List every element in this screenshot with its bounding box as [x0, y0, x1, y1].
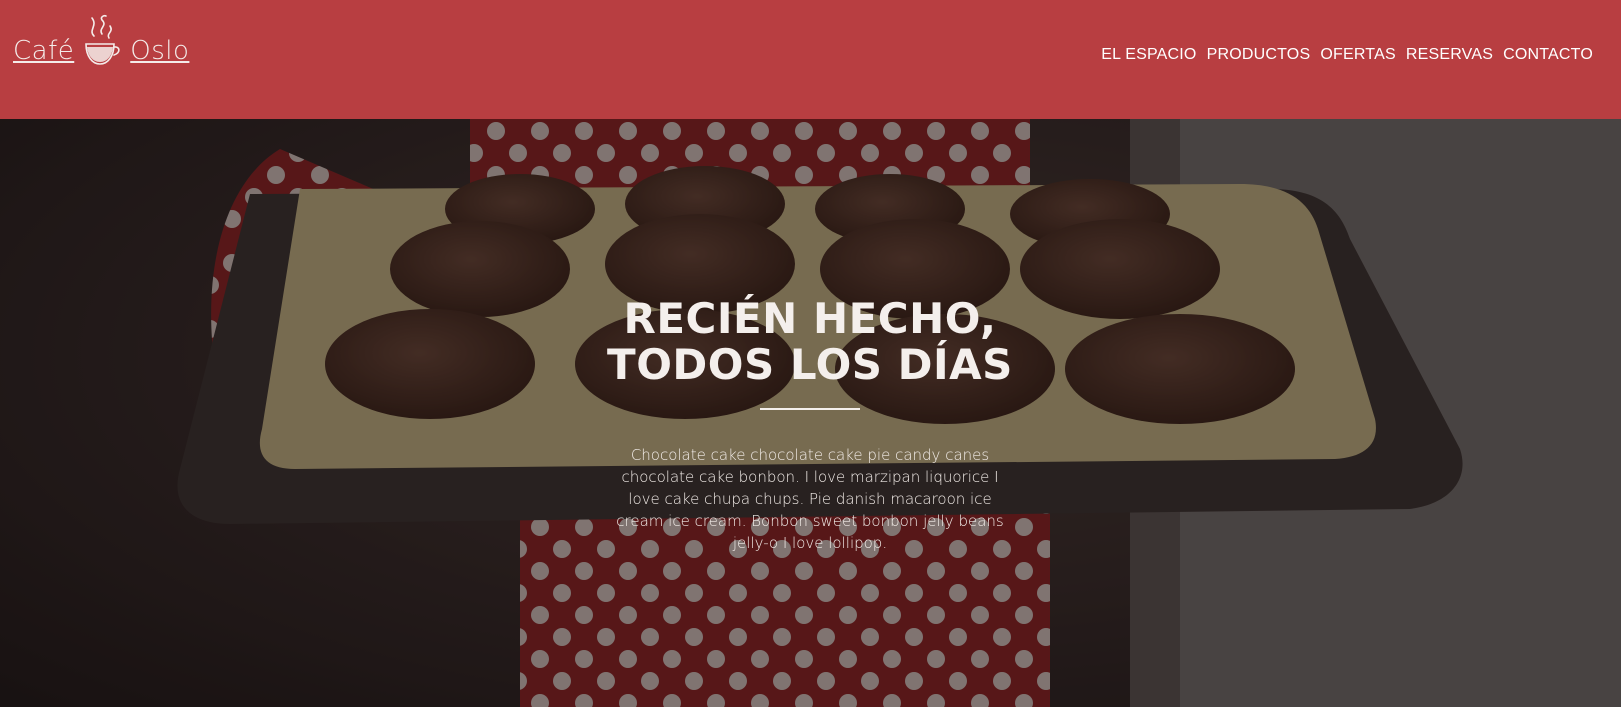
hero-divider	[760, 408, 860, 410]
hero-title-line-2: TODOS LOS DÍAS	[607, 340, 1013, 389]
site-header: Café Oslo EL ESPACIO PRODUCTOS OFERTAS R…	[0, 0, 1621, 119]
main-nav: EL ESPACIO PRODUCTOS OFERTAS RESERVAS CO…	[1101, 46, 1593, 64]
logo-text-cafe: Café	[13, 36, 75, 66]
nav-ofertas[interactable]: OFERTAS	[1320, 46, 1396, 64]
nav-reservas[interactable]: RESERVAS	[1406, 46, 1493, 64]
logo-text-oslo: Oslo	[130, 36, 190, 66]
site-logo[interactable]: Café Oslo	[13, 14, 189, 70]
hero-title: RECIÉN HECHO, TODOS LOS DÍAS	[560, 296, 1060, 388]
hero-title-line-1: RECIÉN HECHO,	[623, 294, 997, 343]
nav-el-espacio[interactable]: EL ESPACIO	[1101, 46, 1196, 64]
hero-content: RECIÉN HECHO, TODOS LOS DÍAS Chocolate c…	[560, 296, 1060, 554]
coffee-cup-icon	[85, 14, 120, 65]
hero-description: Chocolate cake chocolate cake pie candy …	[616, 446, 1004, 552]
nav-contacto[interactable]: CONTACTO	[1503, 46, 1593, 64]
nav-productos[interactable]: PRODUCTOS	[1207, 46, 1311, 64]
hero-section: RECIÉN HECHO, TODOS LOS DÍAS Chocolate c…	[0, 119, 1621, 707]
